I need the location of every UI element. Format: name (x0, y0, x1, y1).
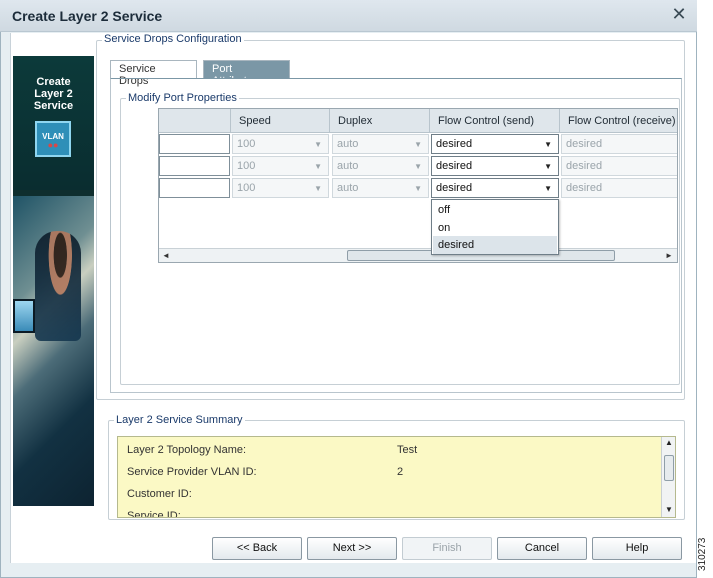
tab-service-drops[interactable]: Service Drops (110, 60, 197, 87)
table-row-1-fc-send-value: desired (436, 138, 473, 150)
chevron-down-icon: ▼ (544, 140, 552, 149)
flow-control-send-dropdown-list: off on desired (431, 199, 559, 255)
chevron-down-icon: ▼ (414, 140, 422, 149)
summary-label-vlan-id: Service Provider VLAN ID: (127, 466, 257, 478)
back-button[interactable]: << Back (212, 537, 302, 560)
chevron-down-icon: ▼ (414, 162, 422, 171)
table-row-2-fc-send-select[interactable]: desired ▼ (431, 156, 559, 176)
modify-port-properties-title: Modify Port Properties (126, 92, 239, 104)
table-row-3-port-field[interactable] (159, 178, 230, 198)
summary-label-customer-id: Customer ID: (127, 488, 192, 500)
table-row-2-fc-send-value: desired (436, 160, 473, 172)
summary-label-topology-name: Layer 2 Topology Name: (127, 444, 247, 456)
dropdown-option-desired[interactable]: desired (433, 236, 557, 254)
table-row-1-speed-value: 100 (237, 138, 256, 150)
banner-title-line-2: Layer 2 (34, 88, 73, 100)
finish-button: Finish (402, 537, 492, 560)
table-row-2-speed-value: 100 (237, 160, 256, 172)
scroll-left-icon[interactable]: ◄ (159, 249, 173, 262)
table-row-3-duplex-value: auto (337, 182, 359, 194)
table-row-3-duplex-select[interactable]: auto ▼ (332, 178, 429, 198)
column-header-port (159, 109, 231, 133)
dropdown-option-on[interactable]: on (433, 219, 557, 237)
figure-number: 310273 (697, 537, 708, 571)
cancel-button[interactable]: Cancel (497, 537, 587, 560)
table-row-2-duplex-value: auto (337, 160, 359, 172)
column-header-speed[interactable]: Speed (231, 109, 330, 133)
table-row-3-speed-select[interactable]: 100 ▼ (232, 178, 329, 198)
table-row-3-fc-receive-value: desired (566, 182, 603, 194)
chevron-down-icon: ▼ (314, 140, 322, 149)
table-row-1-speed-select[interactable]: 100 ▼ (232, 134, 329, 154)
table-row-3-fc-receive-select[interactable]: desired (561, 178, 677, 198)
dialog-title: Create Layer 2 Service (12, 8, 163, 24)
table-row-1-fc-receive-value: desired (566, 138, 603, 150)
summary-value-vlan-id: 2 (397, 466, 404, 478)
table-row-1-port-field[interactable] (159, 134, 230, 154)
service-drops-config-title: Service Drops Configuration (102, 33, 244, 45)
table-row-3-speed-value: 100 (237, 182, 256, 194)
column-header-duplex[interactable]: Duplex (330, 109, 430, 133)
banner-header: Create Layer 2 Service VLAN ●● (13, 56, 94, 190)
column-header-flow-control-receive[interactable]: Flow Control (receive) (560, 109, 677, 133)
table-row-2-port-field[interactable] (159, 156, 230, 176)
close-icon[interactable]: ✕ (670, 5, 688, 23)
chevron-down-icon: ▼ (314, 162, 322, 171)
scroll-up-icon[interactable]: ▲ (662, 437, 675, 449)
table-row-1-fc-send-select[interactable]: desired ▼ (431, 134, 559, 154)
banner-photo-monitor (13, 299, 35, 333)
tab-port-attributes[interactable]: Port Attributes (203, 60, 290, 87)
chevron-down-icon: ▼ (314, 184, 322, 193)
scroll-down-icon[interactable]: ▼ (662, 504, 675, 516)
table-row-3-fc-send-select[interactable]: desired ▼ (431, 178, 559, 198)
summary-vertical-scrollbar[interactable]: ▲ ▼ (661, 437, 675, 517)
column-header-flow-control-send[interactable]: Flow Control (send) (430, 109, 560, 133)
chevron-down-icon: ▼ (544, 162, 552, 171)
table-row-1-fc-receive-select[interactable]: desired (561, 134, 677, 154)
table-horizontal-scrollbar[interactable]: ◄ ► (159, 248, 677, 262)
banner-title: Create Layer 2 Service (13, 76, 94, 112)
table-row-3-fc-send-value: desired (436, 182, 473, 194)
banner-title-line-3: Service (33, 100, 74, 112)
banner-photo-person (35, 231, 81, 341)
banner-title-line-1: Create (36, 76, 71, 88)
summary-title: Layer 2 Service Summary (114, 414, 245, 426)
wizard-banner: Create Layer 2 Service VLAN ●● (13, 56, 94, 506)
help-button[interactable]: Help (592, 537, 682, 560)
table-row-1-duplex-value: auto (337, 138, 359, 150)
chevron-down-icon: ▼ (414, 184, 422, 193)
table-row-2-fc-receive-value: desired (566, 160, 603, 172)
summary-panel: Layer 2 Topology Name: Test Service Prov… (117, 436, 676, 518)
summary-label-service-id: Service ID: (127, 510, 181, 518)
summary-value-topology-name: Test (397, 444, 418, 456)
vlan-icon: VLAN ●● (35, 121, 71, 157)
dropdown-option-off[interactable]: off (433, 201, 557, 219)
table-row-2-speed-select[interactable]: 100 ▼ (232, 156, 329, 176)
table-row-1-duplex-select[interactable]: auto ▼ (332, 134, 429, 154)
next-button[interactable]: Next >> (307, 537, 397, 560)
vlan-icon-dots: ●● (47, 140, 59, 150)
table-row-2-duplex-select[interactable]: auto ▼ (332, 156, 429, 176)
chevron-down-icon: ▼ (544, 184, 552, 193)
summary-scroll-thumb[interactable] (664, 455, 674, 481)
scroll-right-icon[interactable]: ► (662, 249, 676, 262)
port-properties-table: Speed Duplex Flow Control (send) Flow Co… (158, 108, 678, 263)
table-row-2-fc-receive-select[interactable]: desired (561, 156, 677, 176)
title-bar: Create Layer 2 Service ✕ (0, 0, 697, 32)
